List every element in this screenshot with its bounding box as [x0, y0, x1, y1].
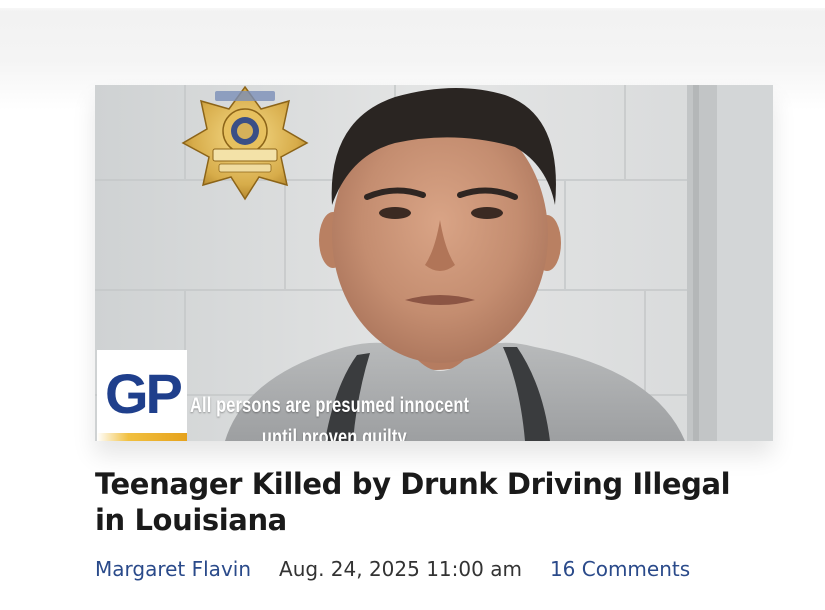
article-title[interactable]: Teenager Killed by Drunk Driving Illegal… — [95, 466, 765, 538]
comments-link[interactable]: 16 Comments — [550, 556, 690, 582]
author-link[interactable]: Margaret Flavin — [95, 556, 251, 582]
caption-line-2: until proven guilty — [261, 426, 407, 441]
caption-line-1: All persons are presumed innocent — [190, 394, 470, 417]
image-caption: All persons are presumed innocent until … — [190, 390, 470, 441]
article-meta: Margaret Flavin Aug. 24, 2025 11:00 am 1… — [95, 556, 690, 582]
gp-logo-bar — [97, 433, 187, 441]
article-page: GP All persons are presumed innocent unt… — [0, 0, 825, 610]
article-featured-image[interactable]: GP All persons are presumed innocent unt… — [95, 85, 773, 441]
header-strip — [0, 0, 825, 8]
gp-logo-text: GP — [105, 362, 183, 425]
gp-logo: GP — [97, 350, 187, 441]
article-card: GP All persons are presumed innocent unt… — [95, 85, 773, 441]
publish-date: Aug. 24, 2025 11:00 am — [279, 557, 522, 581]
mugshot-photo — [95, 85, 773, 441]
